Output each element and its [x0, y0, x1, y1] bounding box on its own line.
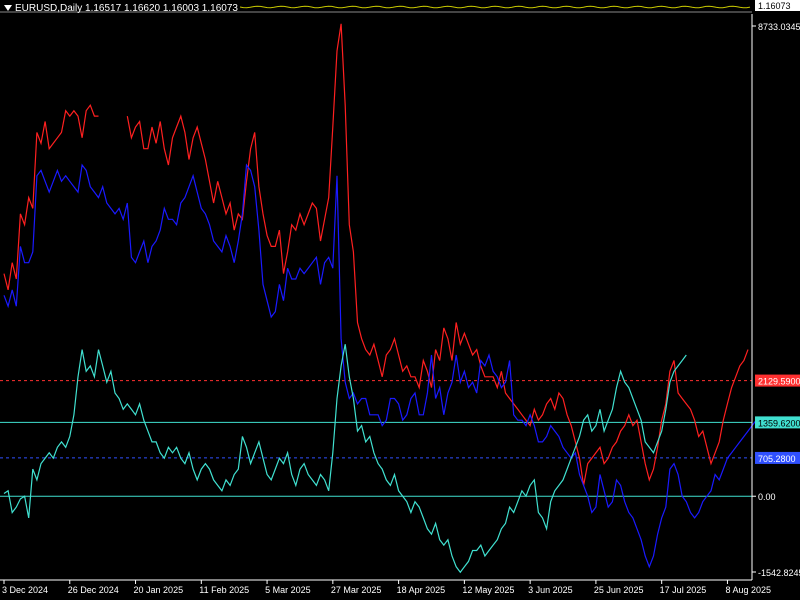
x-tick-label: 18 Apr 2025 — [397, 585, 446, 595]
x-tick-label: 11 Feb 2025 — [199, 585, 249, 595]
chart-canvas: 1.16073 8733.0345 0.00 -1542.8245 2129.5900… — [0, 0, 800, 600]
x-tick-label: 20 Jan 2025 — [134, 585, 184, 595]
ohlc-values: 1.16517 1.16620 1.16003 1.16073 — [85, 3, 238, 14]
x-tick-label: 12 May 2025 — [462, 585, 514, 595]
chart-title: EURUSD,Daily 1.16517 1.16620 1.16003 1.1… — [4, 3, 238, 14]
x-tick-label: 3 Jun 2025 — [528, 585, 573, 595]
x-tick-label: 3 Dec 2024 — [2, 585, 48, 595]
y-tick-label: 0.00 — [758, 492, 776, 502]
level-price-label: 705.2800 — [758, 454, 796, 464]
x-tick-label: 5 Mar 2025 — [265, 585, 311, 595]
menu-triangle-icon[interactable] — [4, 5, 12, 11]
level-price-label: 2129.5900 — [758, 377, 800, 387]
chart-background — [0, 0, 800, 600]
x-tick-label: 26 Dec 2024 — [68, 585, 119, 595]
y-tick-label: 8733.0345 — [758, 22, 800, 32]
y-tick-label: -1542.8245 — [758, 568, 800, 578]
current-price-label: 1.16073 — [758, 1, 791, 11]
x-tick-label: 25 Jun 2025 — [594, 585, 644, 595]
symbol-label: EURUSD,Daily — [15, 3, 83, 14]
x-tick-label: 8 Aug 2025 — [725, 585, 771, 595]
x-tick-label: 27 Mar 2025 — [331, 585, 382, 595]
x-tick-label: 17 Jul 2025 — [660, 585, 707, 595]
level-price-label: 1359.6200 — [758, 418, 800, 428]
